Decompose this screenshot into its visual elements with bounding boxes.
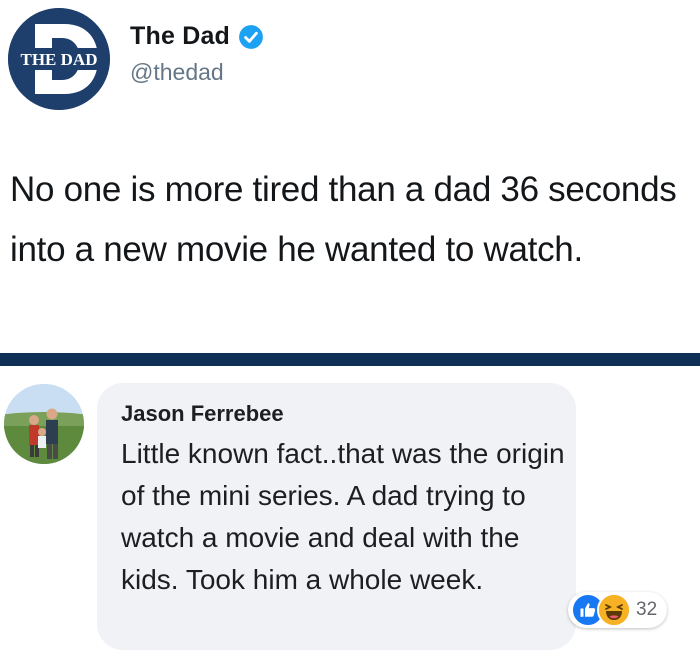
the-dad-logo-icon: THE DAD — [8, 8, 110, 110]
comment-text: Little known fact..that was the origin o… — [121, 438, 565, 595]
verified-badge-icon — [239, 24, 263, 49]
avatar-text: THE DAD — [21, 50, 98, 69]
section-divider — [0, 353, 700, 366]
profile-avatar[interactable]: THE DAD — [8, 8, 110, 110]
reaction-count: 32 — [636, 599, 658, 620]
commenter-name[interactable]: Jason Ferrebee — [121, 401, 284, 427]
commenter-avatar[interactable] — [4, 384, 84, 464]
user-handle[interactable]: @thedad — [130, 59, 264, 86]
display-name[interactable]: The Dad — [130, 22, 230, 51]
tweet-text: No one is more tired than a dad 36 secon… — [10, 170, 677, 269]
tweet-author: The Dad @thedad — [130, 22, 264, 86]
tweet-card: THE DAD The Dad @thedad No one is more t… — [0, 0, 700, 353]
haha-icon — [597, 593, 631, 627]
family-photo-icon — [4, 384, 84, 464]
comment-section: Jason Ferrebee Little known fact..that w… — [0, 366, 700, 656]
comment-bubble: Jason Ferrebee Little known fact..that w… — [97, 383, 576, 650]
reactions-summary[interactable]: 32 — [568, 592, 668, 628]
